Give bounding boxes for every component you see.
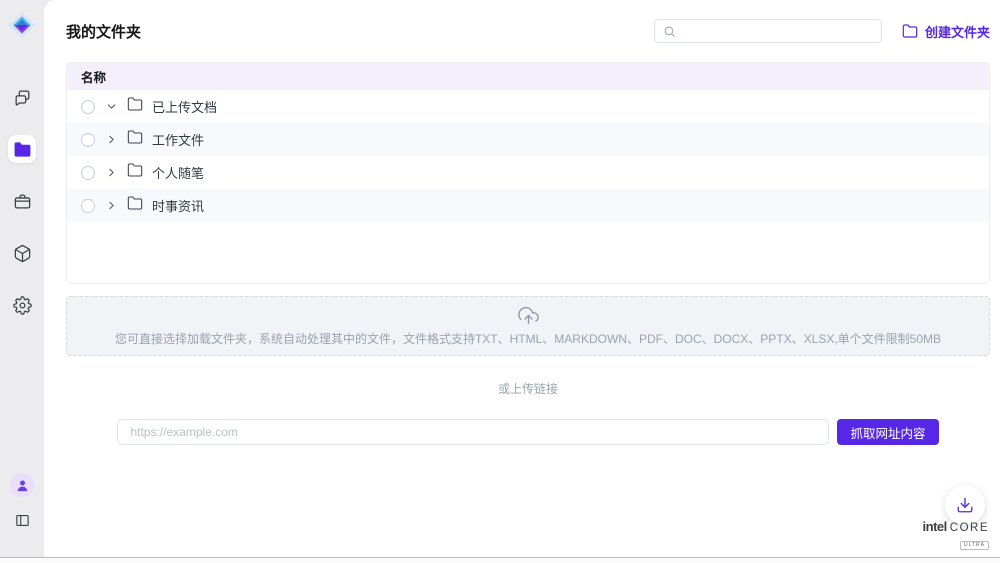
sidebar-item-folders[interactable]	[8, 135, 36, 163]
row-checkbox[interactable]	[81, 199, 95, 213]
briefcase-icon[interactable]	[8, 187, 36, 215]
intel-ultra-badge: ultra	[960, 541, 989, 550]
table-row[interactable]: 个人随笔	[67, 156, 989, 189]
sidebar-nav	[8, 83, 36, 319]
search-box[interactable]	[654, 19, 882, 43]
search-input[interactable]	[682, 24, 873, 38]
table-row[interactable]: 时事资讯	[67, 189, 989, 222]
cloud-upload-icon	[518, 305, 539, 326]
gear-icon[interactable]	[8, 291, 36, 319]
table-header: 名称	[67, 63, 989, 90]
intel-brand-text: intel	[923, 520, 947, 533]
create-folder-label: 创建文件夹	[925, 22, 990, 41]
sidebar	[0, 0, 44, 557]
search-icon	[663, 25, 676, 38]
intel-core-logo: intel core ultra	[923, 520, 989, 551]
chevron-right-icon[interactable]	[104, 166, 118, 180]
row-checkbox[interactable]	[81, 166, 95, 180]
row-checkbox[interactable]	[81, 133, 95, 147]
chevron-down-icon[interactable]	[104, 100, 118, 114]
table-row[interactable]: 工作文件	[67, 123, 989, 156]
download-icon	[956, 496, 974, 514]
folder-icon	[127, 96, 143, 117]
cube-icon[interactable]	[8, 239, 36, 267]
folder-name: 时事资讯	[152, 196, 204, 215]
folder-icon	[127, 129, 143, 150]
intel-product-text: core	[950, 523, 989, 535]
name-column-header: 名称	[81, 67, 106, 86]
chat-icon[interactable]	[8, 83, 36, 111]
app-logo-icon[interactable]	[6, 9, 38, 41]
sidebar-bottom	[10, 473, 34, 531]
page-header: 我的文件夹 创建文件夹	[66, 0, 990, 62]
folder-name: 工作文件	[152, 130, 204, 149]
table-row[interactable]: 已上传文档	[67, 90, 989, 123]
user-avatar[interactable]	[10, 473, 34, 497]
panel-toggle-icon[interactable]	[11, 509, 33, 531]
row-checkbox[interactable]	[81, 100, 95, 114]
create-folder-button[interactable]: 创建文件夹	[902, 22, 990, 41]
folder-icon	[127, 162, 143, 183]
folder-name: 个人随笔	[152, 163, 204, 182]
window-bottom-edge	[0, 557, 1000, 563]
table-body: 已上传文档 工作文件 个人随笔	[67, 90, 989, 222]
or-upload-link-label: 或上传链接	[66, 380, 990, 397]
upload-dropzone[interactable]: 您可直接选择加载文件夹，系统自动处理其中的文件，文件格式支持TXT、HTML、M…	[66, 296, 990, 356]
chevron-right-icon[interactable]	[104, 199, 118, 213]
folder-table: 名称 已上传文档 工作文件	[66, 62, 990, 284]
page-title: 我的文件夹	[66, 21, 141, 42]
main-content: 我的文件夹 创建文件夹 名称 已上传文档	[44, 0, 1000, 557]
chevron-right-icon[interactable]	[104, 133, 118, 147]
url-upload-row: 抓取网址内容	[66, 419, 990, 445]
fetch-url-button[interactable]: 抓取网址内容	[837, 419, 938, 445]
folder-icon	[127, 195, 143, 216]
folder-name: 已上传文档	[152, 97, 217, 116]
url-input[interactable]	[117, 419, 829, 445]
folder-plus-icon	[902, 23, 918, 39]
upload-hint: 您可直接选择加载文件夹，系统自动处理其中的文件，文件格式支持TXT、HTML、M…	[115, 330, 941, 347]
